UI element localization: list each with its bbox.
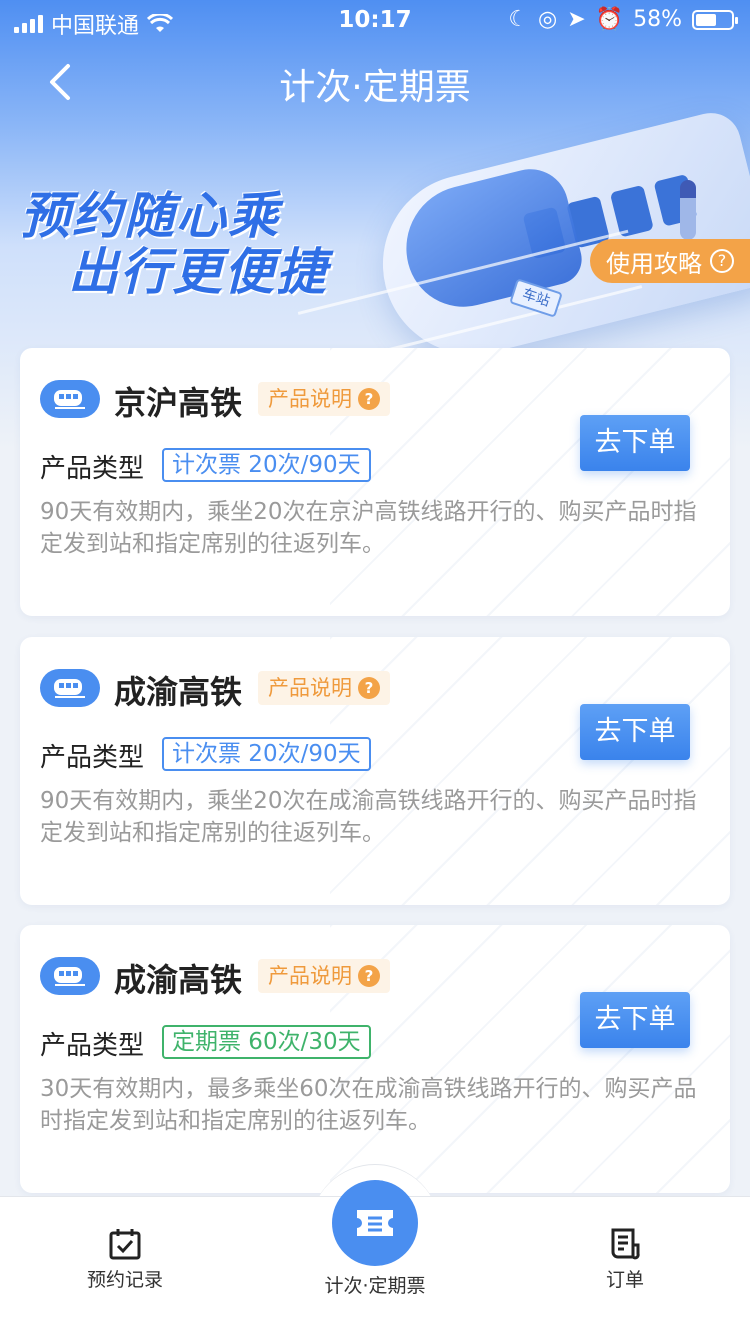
product-info-label: 产品说明	[268, 964, 352, 988]
tab-booking-records-label: 预约记录	[86, 1269, 163, 1291]
card-background-map	[330, 348, 730, 616]
question-icon: ?	[358, 388, 380, 410]
slogan-line-2: 出行更便捷	[68, 243, 328, 301]
tab-orders-label: 订单	[605, 1269, 644, 1291]
product-info-link[interactable]: 产品说明 ?	[258, 671, 390, 705]
product-info-label: 产品说明	[268, 387, 352, 411]
place-order-button[interactable]: 去下单	[580, 704, 690, 760]
rotation-lock-icon: ◎	[538, 7, 558, 32]
slogan-line-1: 预约随心乘	[20, 187, 280, 245]
question-icon: ?	[358, 677, 380, 699]
ticket-icon	[357, 1210, 393, 1236]
product-type-label: 产品类型	[40, 1031, 145, 1061]
product-card: 京沪高铁 产品说明 ? 产品类型 计次票 20次/90天 去下单 90天有效期内…	[20, 348, 730, 616]
traveler-illustration	[680, 180, 696, 240]
product-info-link[interactable]: 产品说明 ?	[258, 382, 390, 416]
product-name: 京沪高铁	[114, 384, 243, 422]
train-icon	[40, 380, 100, 418]
page-title: 计次·定期票	[279, 67, 471, 108]
train-icon	[40, 669, 100, 707]
ticket-tab-button[interactable]	[332, 1180, 418, 1266]
product-description: 30天有效期内，最多乘坐60次在成渝高铁线路开行的、购买产品时指定发到站和指定席…	[40, 1076, 697, 1134]
product-type-label: 产品类型	[40, 743, 145, 773]
tab-ticket-packages[interactable]: 计次·定期票	[275, 1271, 475, 1298]
place-order-button[interactable]: 去下单	[580, 415, 690, 471]
card-background-map	[330, 925, 730, 1193]
calendar-check-icon	[109, 1229, 141, 1260]
train-icon	[40, 957, 100, 995]
receipt-icon	[611, 1228, 640, 1260]
product-info-link[interactable]: 产品说明 ?	[258, 959, 390, 993]
product-info-label: 产品说明	[268, 676, 352, 700]
battery-percent: 58%	[633, 7, 682, 32]
question-icon: ?	[710, 249, 734, 273]
location-icon: ➤	[567, 7, 586, 32]
product-type-label: 产品类型	[40, 454, 145, 484]
product-card: 成渝高铁 产品说明 ? 产品类型 定期票 60次/30天 去下单 30天有效期内…	[20, 925, 730, 1193]
product-type-tag: 计次票 20次/90天	[162, 448, 371, 482]
battery-icon	[692, 9, 738, 30]
tab-ticket-packages-label: 计次·定期票	[324, 1275, 426, 1297]
product-card: 成渝高铁 产品说明 ? 产品类型 计次票 20次/90天 去下单 90天有效期内…	[20, 637, 730, 905]
usage-guide-label: 使用攻略	[606, 249, 702, 278]
nav-bar: 计次·定期票	[0, 50, 750, 114]
status-bar: 中国联通 10:17 ☾ ◎ ➤ ⏰ 58%	[0, 0, 750, 40]
usage-guide-button[interactable]: 使用攻略 ?	[590, 239, 750, 283]
product-type-tag: 定期票 60次/30天	[162, 1025, 371, 1059]
moon-icon: ☾	[508, 7, 529, 32]
question-icon: ?	[358, 965, 380, 987]
card-background-map	[330, 637, 730, 905]
hero-slogan: 预约随心乘 出行更便捷	[20, 188, 400, 300]
product-description: 90天有效期内，乘坐20次在成渝高铁线路开行的、购买产品时指定发到站和指定席别的…	[40, 788, 697, 846]
place-order-button[interactable]: 去下单	[580, 992, 690, 1048]
tab-booking-records[interactable]: 预约记录	[25, 1227, 225, 1292]
product-name: 成渝高铁	[114, 961, 243, 999]
product-type-tag: 计次票 20次/90天	[162, 737, 371, 771]
tab-orders[interactable]: 订单	[525, 1227, 725, 1292]
product-description: 90天有效期内，乘坐20次在京沪高铁线路开行的、购买产品时指定发到站和指定席别的…	[40, 499, 697, 557]
product-name: 成渝高铁	[114, 673, 243, 711]
alarm-icon: ⏰	[595, 7, 624, 32]
